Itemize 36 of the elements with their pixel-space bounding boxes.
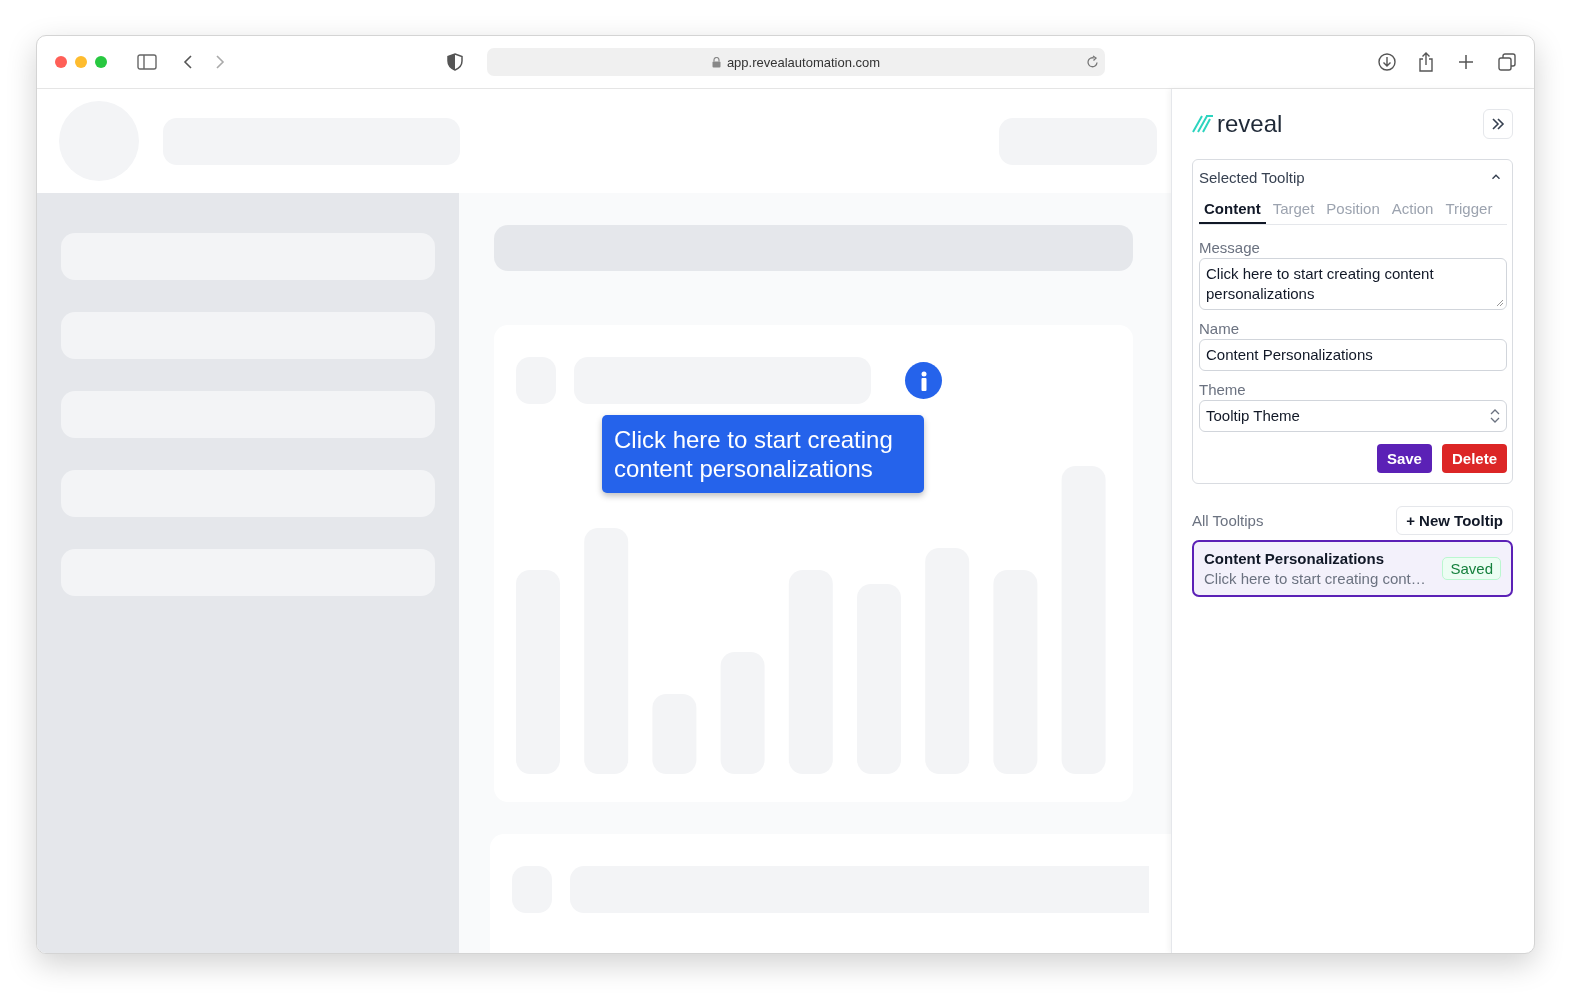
- shield-icon[interactable]: [447, 53, 463, 71]
- field-label: Name: [1199, 320, 1240, 337]
- logo-text: reveal: [1217, 110, 1283, 138]
- up-down-chevron-icon: [1490, 409, 1500, 423]
- collapse-panel-button[interactable]: [1483, 109, 1513, 139]
- address-bar[interactable]: app.revealautomation.com: [487, 48, 1105, 76]
- resize-handle-icon[interactable]: [1496, 299, 1504, 307]
- section-title: Selected Tooltip: [1199, 168, 1305, 186]
- field-label: Message: [1199, 239, 1261, 256]
- new-tooltip-button[interactable]: + New Tooltip: [1396, 506, 1513, 535]
- lock-icon: [711, 56, 721, 68]
- tooltip-name: Content Personalizations: [1204, 550, 1386, 567]
- list-title: All Tooltips: [1192, 512, 1264, 529]
- double-chevron-icon: [1490, 116, 1506, 132]
- status-badge: Saved: [1442, 557, 1501, 580]
- new-tab-icon[interactable]: [1458, 54, 1474, 70]
- share-icon[interactable]: [1418, 52, 1434, 72]
- tabs-overview-icon[interactable]: [1498, 53, 1516, 71]
- save-button[interactable]: Save: [1376, 444, 1432, 473]
- download-icon[interactable]: [1378, 53, 1396, 71]
- tooltip: Click here to start creating content personalizations: [602, 415, 924, 494]
- tooltip-preview: Click here to start creating cont…: [1204, 570, 1426, 587]
- url-text: app.revealautomation.com: [726, 54, 881, 70]
- field-label: Theme: [1199, 381, 1247, 398]
- tooltip-list-item[interactable]: Content Personalizations Click here to start creating cont… Saved: [1192, 540, 1513, 597]
- sidebar-icon[interactable]: [137, 54, 157, 70]
- delete-button[interactable]: Delete: [1441, 444, 1507, 473]
- reload-icon[interactable]: [1086, 55, 1099, 69]
- message-input[interactable]: Click here to start creating content personalizations: [1199, 258, 1507, 310]
- logo-icon: [1192, 115, 1214, 133]
- theme-select[interactable]: Tooltip Theme: [1199, 400, 1507, 432]
- name-input[interactable]: Content Personalizations: [1199, 339, 1507, 371]
- close-window-icon[interactable]: [55, 56, 67, 68]
- back-icon[interactable]: [183, 54, 193, 70]
- info-icon[interactable]: [905, 362, 942, 400]
- tab[interactable]: Content: [1199, 194, 1266, 224]
